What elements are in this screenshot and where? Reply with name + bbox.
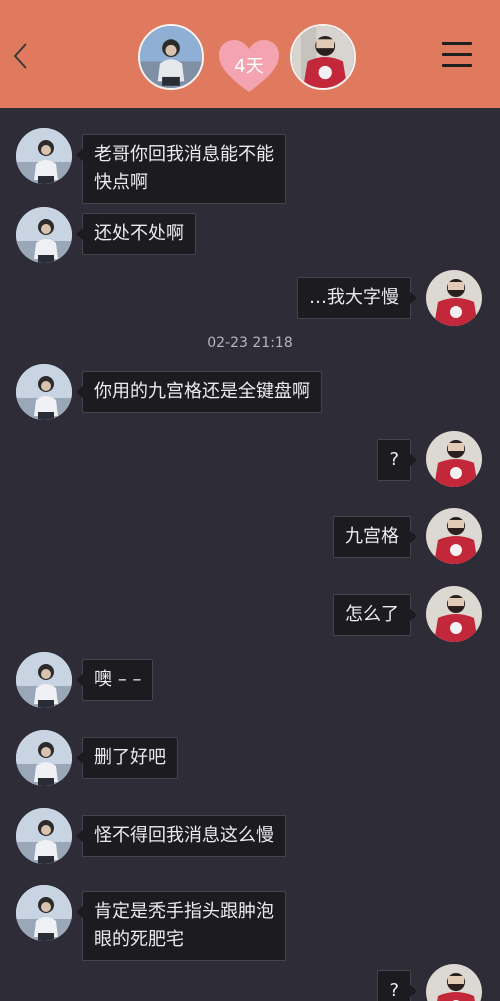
contact-avatar[interactable] [16,128,72,184]
contact-avatar[interactable] [16,364,72,420]
incoming-message-bubble[interactable]: 删了好吧 [76,737,178,779]
message-text: 你用的九宫格还是全键盘啊 [94,381,310,402]
incoming-message-bubble[interactable]: 肯定是秃手指头跟肿泡 眼的死肥宅 [76,891,286,961]
message-text: 噢 – – [94,669,142,690]
message-text: 怪不得回我消息这么慢 [94,825,274,846]
my-avatar[interactable] [290,24,356,90]
menu-button[interactable] [440,40,476,70]
my-avatar[interactable] [426,586,482,642]
message-text: ? [389,449,399,470]
contact-avatar[interactable] [16,207,72,263]
back-button[interactable] [8,38,32,74]
days-count: 4天 [234,56,264,77]
message-text: 删了好吧 [94,747,166,768]
back-chevron-icon [13,43,27,69]
contact-avatar[interactable] [16,885,72,941]
message-text: 还处不处啊 [94,223,184,244]
my-avatar[interactable] [426,431,482,487]
message-row: 怎么了 [0,586,500,646]
outgoing-message-bubble[interactable]: 怎么了 [333,594,417,636]
message-row: …我大字慢 [0,270,500,330]
message-row: 怪不得回我消息这么慢 [0,808,500,868]
outgoing-message-bubble[interactable]: 九宫格 [333,516,417,558]
message-text: ? [389,980,399,1001]
message-row: 你用的九宫格还是全键盘啊 [0,364,500,424]
message-text-line: 快点啊 [94,172,148,193]
contact-avatar[interactable] [16,730,72,786]
message-row: 噢 – – [0,652,500,712]
my-avatar[interactable] [426,270,482,326]
message-text-line: 眼的死肥宅 [94,929,184,950]
message-timestamp: 02-23 21:18 [207,335,293,351]
incoming-message-bubble[interactable]: 噢 – – [75,659,154,701]
message-text: 怎么了 [345,604,399,625]
contact-avatar[interactable] [138,24,204,90]
message-text-line: 老哥你回我消息能不能 [94,144,274,165]
incoming-message-bubble[interactable]: 你用的九宫格还是全键盘啊 [76,371,322,413]
message-row: ? [0,964,500,1001]
outgoing-message-bubble[interactable]: …我大字慢 [297,277,417,319]
message-text: …我大字慢 [309,287,399,308]
message-row: 老哥你回我消息能不能 快点啊 [0,128,500,204]
days-together-badge: 4天 [217,38,281,94]
message-row: 九宫格 [0,508,500,568]
message-row: 肯定是秃手指头跟肿泡 眼的死肥宅 [0,885,500,961]
message-row: 还处不处啊 [0,207,500,267]
contact-avatar[interactable] [16,808,72,864]
incoming-message-bubble[interactable]: 怪不得回我消息这么慢 [76,815,286,857]
incoming-message-bubble[interactable]: 还处不处啊 [76,213,196,255]
message-row: 删了好吧 [0,730,500,790]
outgoing-message-bubble[interactable]: ? [377,970,417,1001]
my-avatar[interactable] [426,964,482,1001]
contact-avatar[interactable] [16,652,72,708]
chat-header: 4天 [0,0,500,108]
incoming-message-bubble[interactable]: 老哥你回我消息能不能 快点啊 [76,134,286,204]
outgoing-message-bubble[interactable]: ? [377,439,417,481]
message-row: ? [0,431,500,491]
message-text-line: 肯定是秃手指头跟肿泡 [94,901,274,922]
my-avatar[interactable] [426,508,482,564]
message-text: 九宫格 [345,526,399,547]
